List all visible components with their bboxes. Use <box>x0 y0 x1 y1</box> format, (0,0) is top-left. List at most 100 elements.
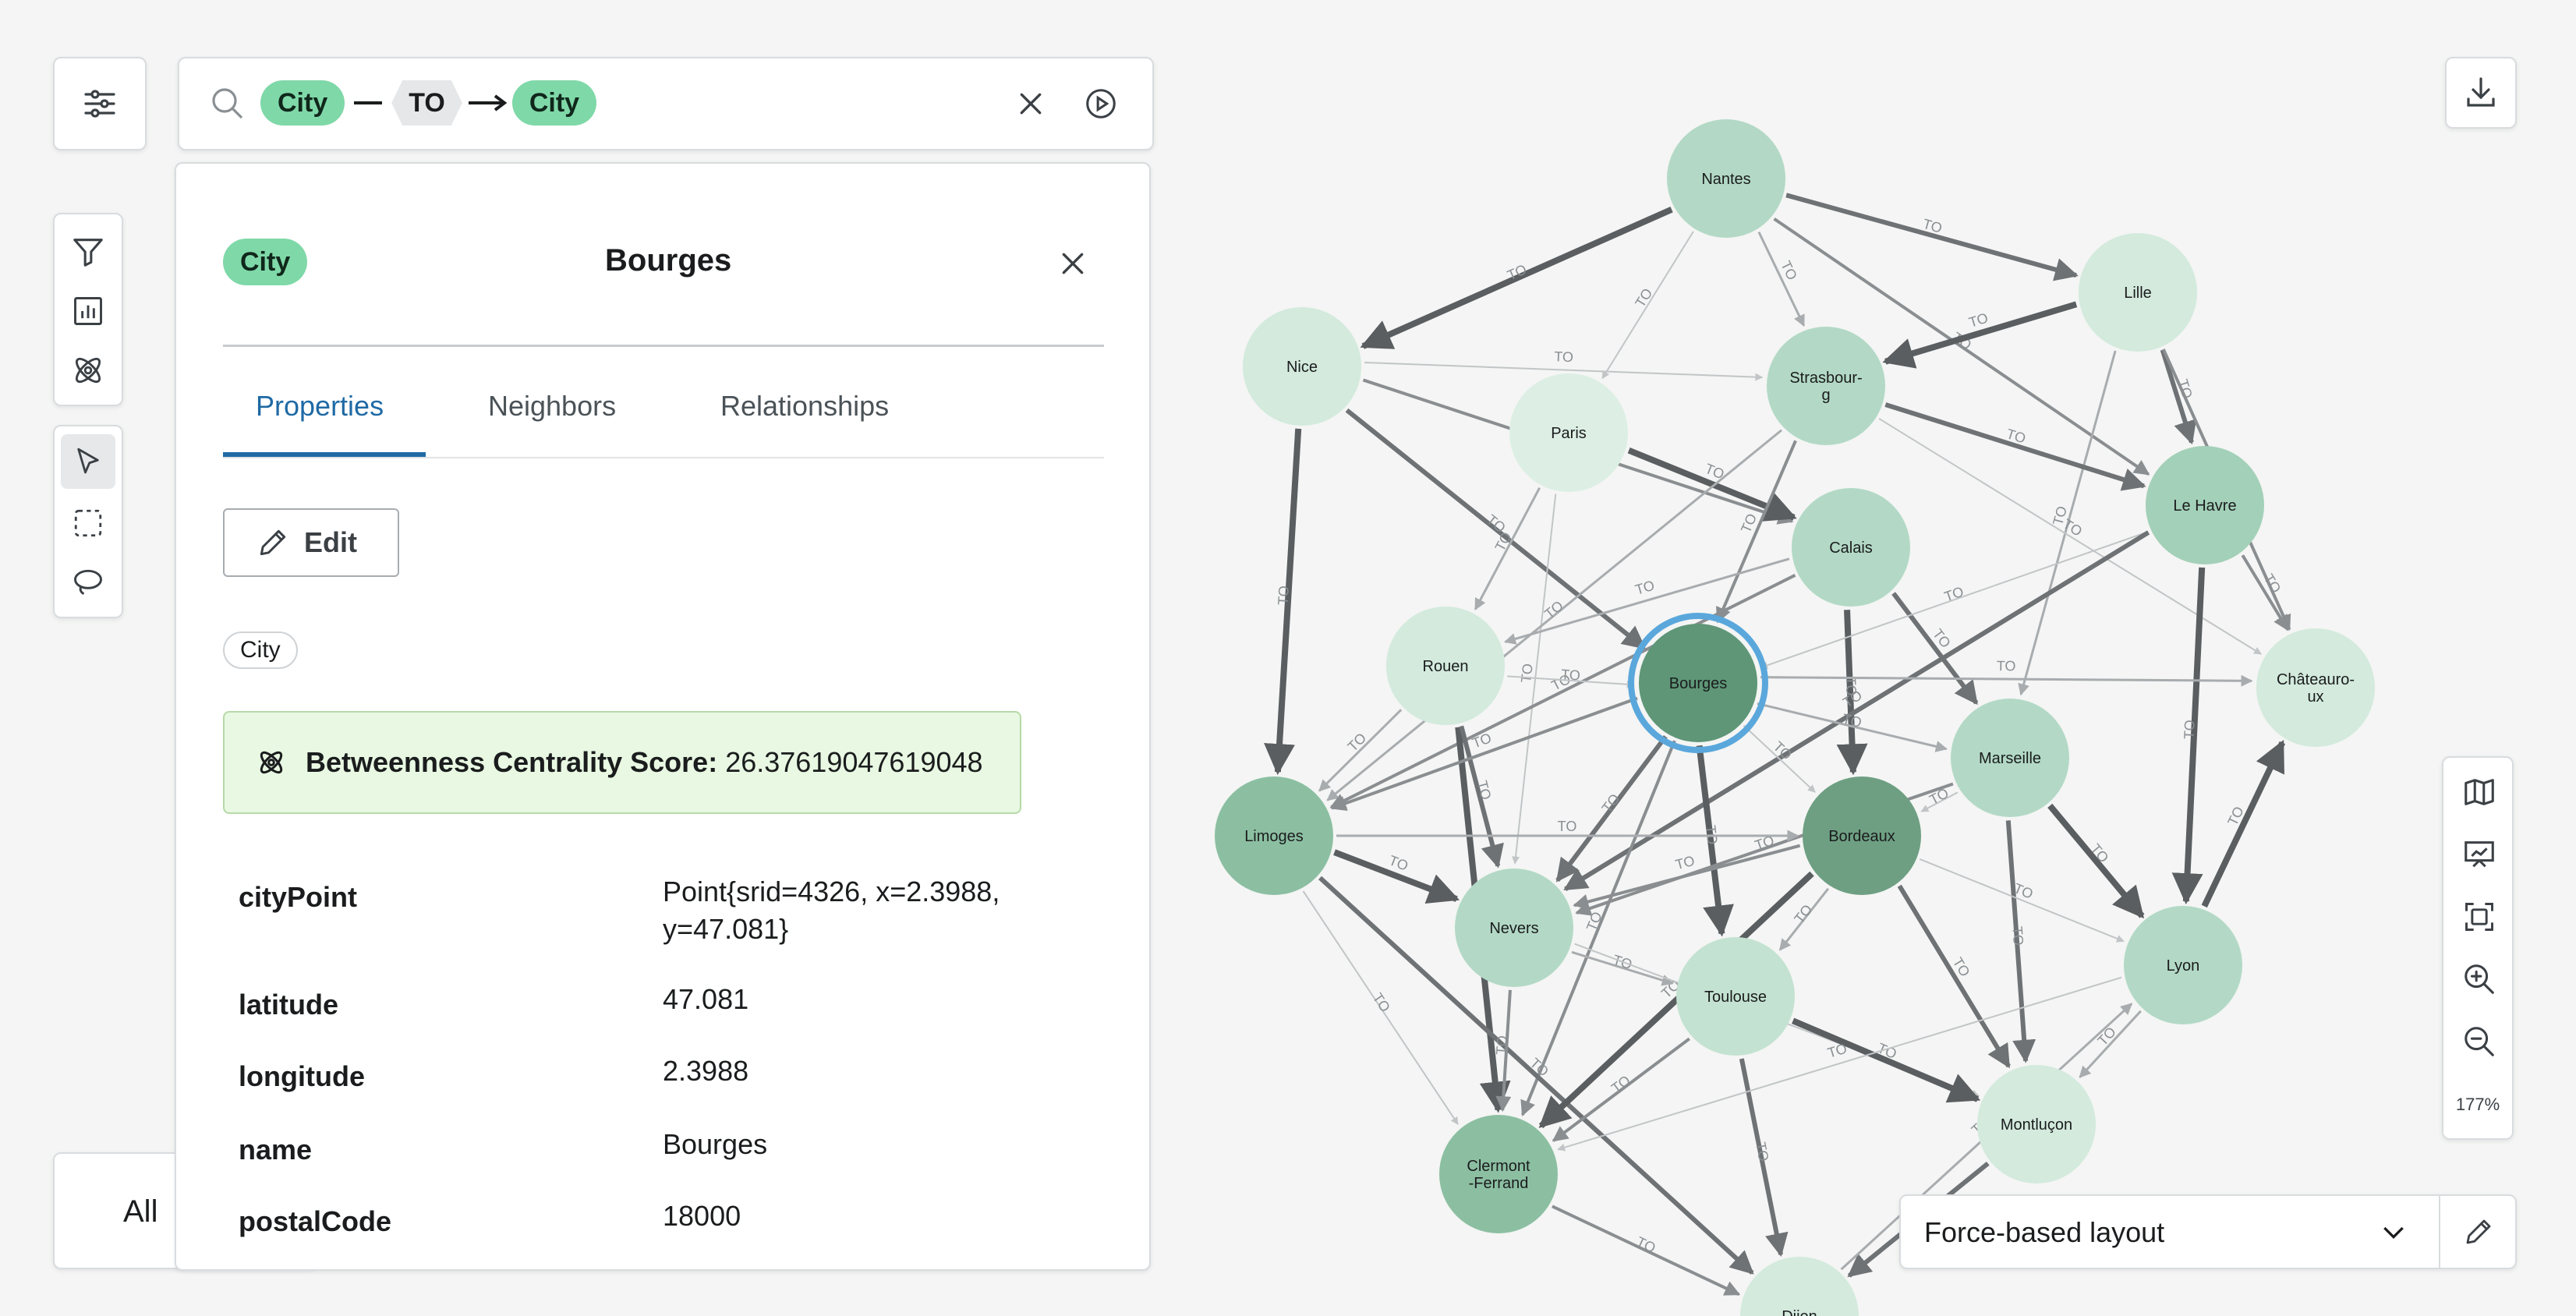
graph-node[interactable]: Dijon <box>1740 1257 1859 1316</box>
graph-node[interactable]: Bourges <box>1628 613 1768 753</box>
pattern-relationship[interactable]: TO <box>391 80 462 126</box>
graph-node-label: Nevers <box>1489 920 1538 937</box>
graph-node[interactable]: Calais <box>1792 488 1910 607</box>
graph-node[interactable]: Le Havre <box>2146 446 2264 564</box>
statistics-button[interactable] <box>55 281 122 341</box>
graph-node[interactable]: Toulouse <box>1676 937 1795 1056</box>
relationship-edge[interactable] <box>1627 447 1797 522</box>
relationship-edge-label: TO <box>1470 730 1494 751</box>
graph-node[interactable]: Lille <box>2079 233 2197 352</box>
graph-node-label: Clermont <box>1467 1158 1530 1175</box>
filter-button[interactable] <box>55 222 122 281</box>
graph-algorithms-button[interactable] <box>55 341 122 400</box>
layout-select[interactable]: Force-based layout <box>1899 1194 2517 1269</box>
graph-node[interactable]: Montluçon <box>1977 1065 2096 1183</box>
layout-select-divider <box>2439 1196 2440 1268</box>
relationship-edge[interactable] <box>1757 231 1806 327</box>
fit-screen-icon <box>2465 903 2493 931</box>
graph-canvas[interactable]: TO TO TO TO TO TO TO TO TO TO TO TO TO TO TO TO TO TO TO TO… <box>1169 0 2433 1316</box>
box-select-tool-button[interactable] <box>55 494 122 553</box>
relationship-edge[interactable] <box>1760 674 2253 687</box>
graph-node[interactable]: Strasbour-g <box>1767 327 1885 445</box>
graph-node-label: -Ferrand <box>1469 1175 1529 1192</box>
node-label-badge: City <box>223 239 308 285</box>
tab-relationships[interactable]: Relationships <box>720 390 889 423</box>
relationship-edge-label: TO <box>1791 902 1815 927</box>
settings-button[interactable] <box>53 57 147 150</box>
pattern-start-label[interactable]: City <box>260 80 345 126</box>
relationship-edge-label: TO <box>1518 663 1536 684</box>
run-query-button[interactable] <box>1076 79 1126 129</box>
relationship-edge-label: TO <box>1967 310 1990 331</box>
close-icon <box>1062 253 1084 274</box>
relationship-edge[interactable] <box>1743 724 1816 793</box>
relationship-edge[interactable] <box>1891 592 1979 706</box>
zoom-in-button[interactable] <box>2443 956 2515 1003</box>
relationship-edge[interactable] <box>1897 884 2011 1069</box>
centrality-value: 26.37619047619048 <box>725 746 983 778</box>
search-icon <box>212 88 243 119</box>
tab-properties[interactable]: Properties <box>256 390 384 423</box>
relationship-edge[interactable] <box>1792 1017 1981 1103</box>
relationship-edge-label: TO <box>1632 285 1655 310</box>
fit-to-screen-button[interactable] <box>2443 893 2515 940</box>
close-panel-button[interactable] <box>1048 239 1098 288</box>
edit-button[interactable]: Edit <box>223 508 399 577</box>
graph-node[interactable]: Lyon <box>2124 906 2242 1024</box>
search-bar[interactable]: City TO City <box>178 57 1154 150</box>
graph-node[interactable]: Clermont-Ferrand <box>1439 1115 1558 1233</box>
graph-node-label: Le Havre <box>2173 497 2236 515</box>
node-details-panel: City Bourges Properties Neighbors Relati… <box>175 162 1151 1271</box>
label-chip[interactable]: City <box>223 631 298 669</box>
zoom-out-button[interactable] <box>2443 1018 2515 1065</box>
view-toolbar: 177% <box>2442 756 2514 1140</box>
relationship-edge[interactable] <box>2241 554 2290 631</box>
relationship-edge-label: TO <box>1474 779 1495 801</box>
property-key: longitude <box>239 1060 365 1092</box>
clear-search-button[interactable] <box>1006 79 1056 129</box>
relationship-edge[interactable] <box>2201 739 2286 908</box>
graph-node-label: Bordeaux <box>1828 828 1895 845</box>
download-button[interactable] <box>2445 57 2517 129</box>
lasso-tool-button[interactable] <box>55 553 122 612</box>
tab-neighbors[interactable]: Neighbors <box>488 390 616 423</box>
graph-node-label: ux <box>2307 688 2323 706</box>
relationship-edge-label: TO <box>2087 841 2111 866</box>
edit-layout-button[interactable] <box>2442 1196 2515 1268</box>
centrality-label: Betweenness Centrality Score: <box>306 746 718 778</box>
graph-node-circle[interactable] <box>1740 1257 1859 1316</box>
graph-node-label: Bourges <box>1669 675 1728 692</box>
graph-node[interactable]: Nevers <box>1455 868 1573 987</box>
pointer-tool-button[interactable] <box>61 434 115 489</box>
graph-node[interactable]: Nantes <box>1667 119 1785 238</box>
relationship-edge-label: TO <box>1674 853 1697 873</box>
presentation-mode-button[interactable] <box>2443 831 2515 878</box>
pattern-end-label[interactable]: City <box>511 80 597 126</box>
graph-node-label: Lille <box>2124 285 2152 302</box>
graph-node-label: Toulouse <box>1704 989 1767 1006</box>
relationship-edge-label: TO <box>1841 711 1863 731</box>
map-icon <box>2465 779 2494 805</box>
atom-icon <box>75 357 101 384</box>
property-key: name <box>239 1134 313 1166</box>
property-key: cityPoint <box>239 881 358 913</box>
relationship-edge-label: TO <box>1633 578 1656 598</box>
graph-node[interactable]: Limoges <box>1215 777 1333 895</box>
graph-node[interactable]: Châteauro-ux <box>2256 628 2375 747</box>
graph-node-label: Montluçon <box>2001 1116 2072 1134</box>
pattern-dash <box>354 101 383 104</box>
graph-node[interactable]: Nice <box>1243 307 1361 426</box>
graph-node[interactable]: Marseille <box>1951 699 2069 817</box>
relationship-edge-label: TO <box>1634 1233 1658 1256</box>
graph-node-label: g <box>1821 387 1830 404</box>
zoom-level: 177% <box>2455 1095 2500 1114</box>
graph-node-label: Dijon <box>1782 1308 1817 1316</box>
graph-node[interactable]: Bordeaux <box>1803 777 1921 895</box>
graph-node[interactable]: Paris <box>1509 373 1628 492</box>
relationship-edge[interactable] <box>1785 193 2079 281</box>
relationship-edge-label: TO <box>2009 925 2026 946</box>
graph-node[interactable]: Rouen <box>1386 607 1505 725</box>
relationship-edge-label: TO <box>1345 730 1370 755</box>
relationship-edge-label: TO <box>1558 819 1577 834</box>
map-view-button[interactable] <box>2443 769 2515 815</box>
